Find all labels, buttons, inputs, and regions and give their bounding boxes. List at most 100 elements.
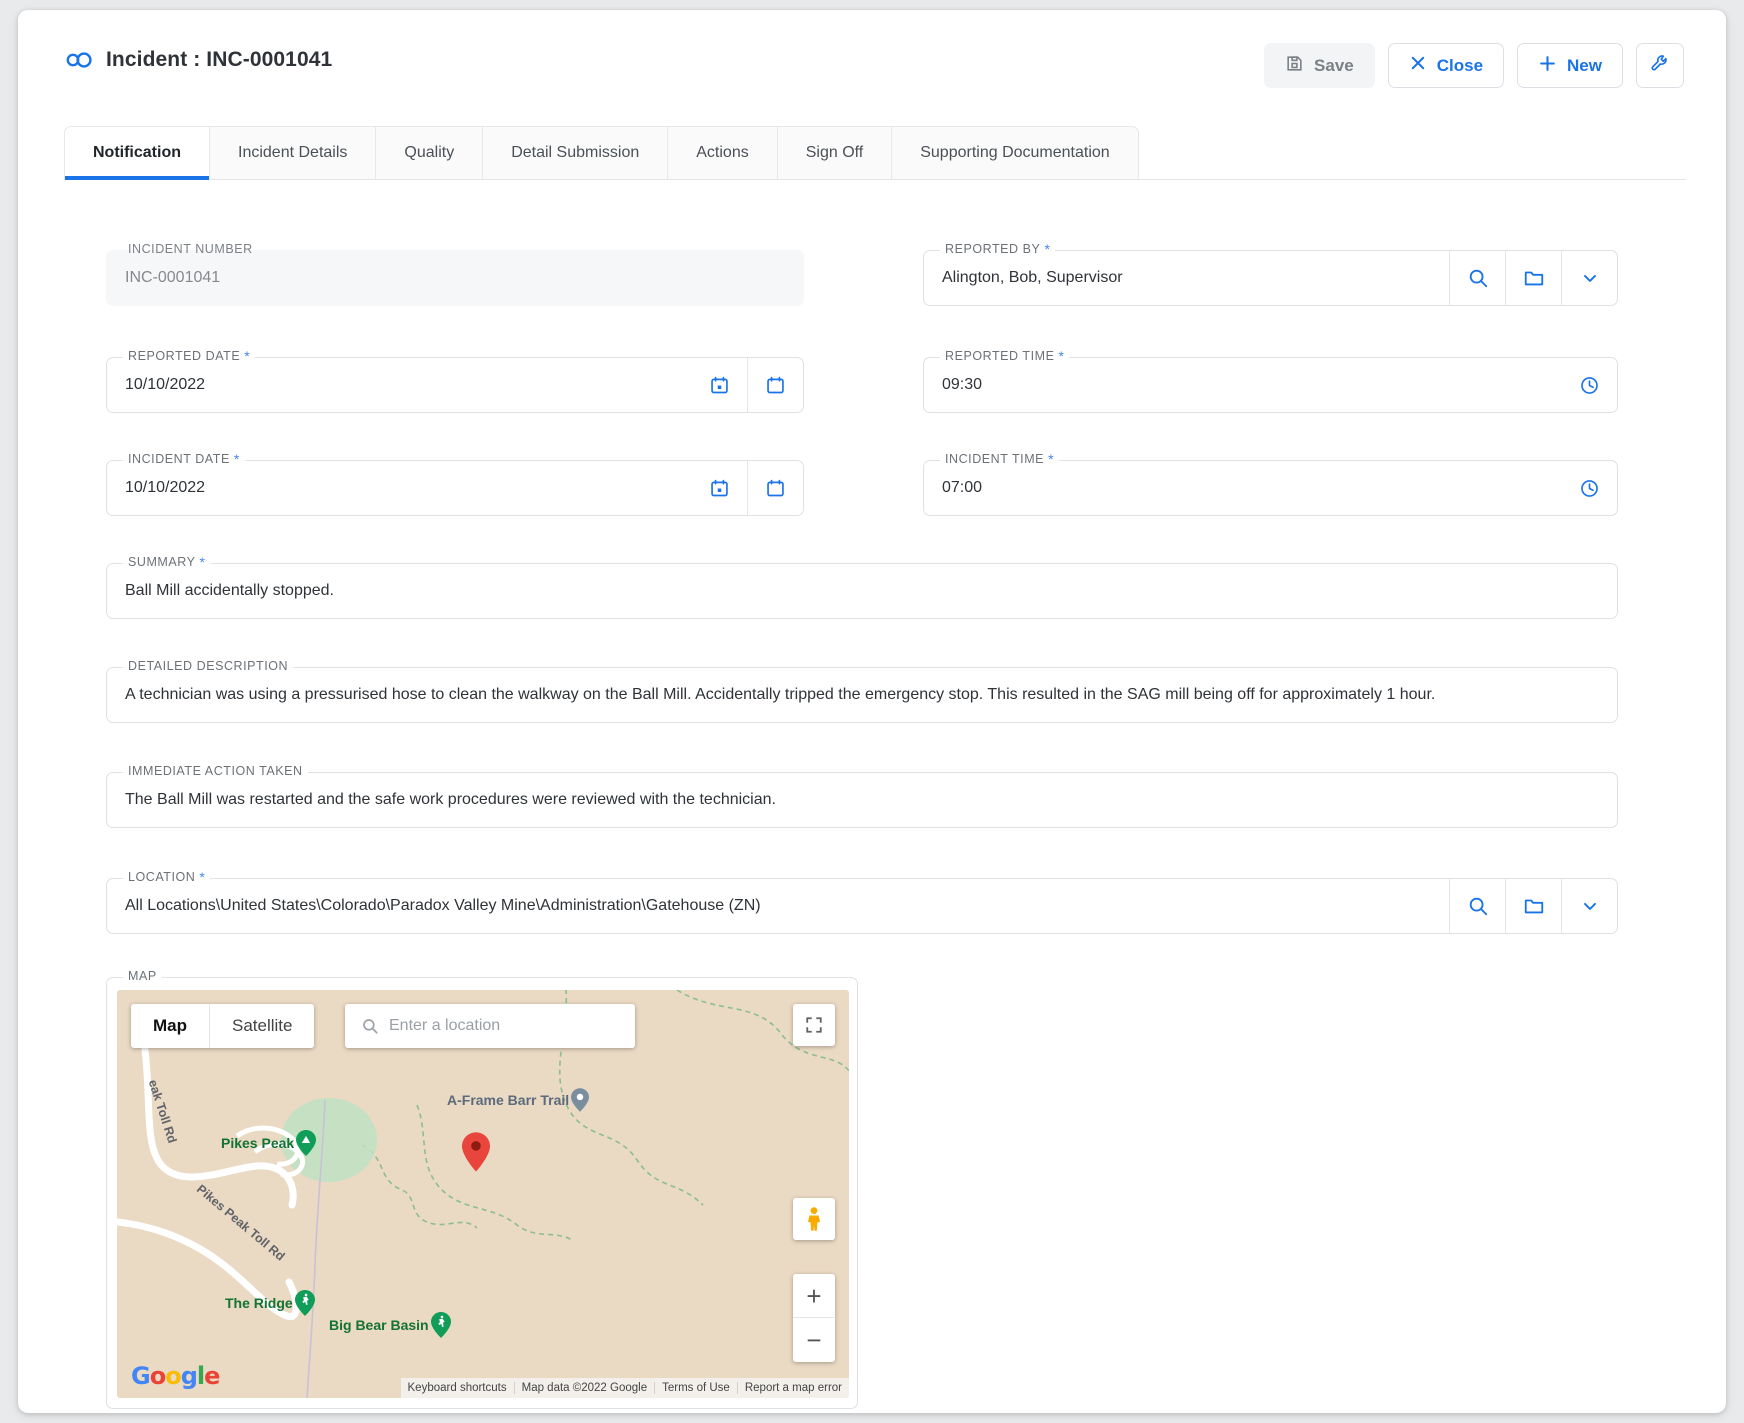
incident-location-pin[interactable] [462,1132,490,1177]
hiking-marker-icon [295,1290,315,1316]
immediate-action-field[interactable]: IMMEDIATE ACTION TAKEN The Ball Mill was… [106,772,1618,828]
page-title: Incident : INC-0001041 [66,48,332,72]
map-poi-label: A-Frame Barr Trail [447,1092,569,1108]
tab-label: Detail Submission [511,144,639,162]
reported-date-picker-button[interactable] [691,358,747,412]
required-marker: * [1048,452,1054,466]
tab-detail-submission[interactable]: Detail Submission [483,126,668,179]
tab-supporting-documentation[interactable]: Supporting Documentation [892,126,1138,179]
close-button[interactable]: Close [1388,43,1504,88]
reported-by-value: Alington, Bob, Supervisor [942,269,1123,287]
required-marker: * [199,870,205,884]
tab-quality[interactable]: Quality [376,126,483,179]
calendar-icon [765,375,786,396]
reported-by-dropdown-button[interactable] [1561,251,1617,305]
map-poi-pikes-peak[interactable]: Pikes Peak [221,1130,316,1156]
required-marker: * [1058,349,1064,363]
settings-button[interactable] [1636,43,1684,88]
folder-icon [1523,267,1545,289]
map-type-satellite-button[interactable]: Satellite [209,1004,314,1048]
map-report-error-link[interactable]: Report a map error [737,1382,849,1394]
pegman-icon [803,1206,825,1232]
map-poi-label: Big Bear Basin [329,1317,429,1333]
required-marker: * [200,555,206,569]
map-field: MAP eak Toll Rd Pikes Peak Toll Rd [106,977,858,1409]
reported-time-picker-button[interactable] [1561,358,1617,412]
reported-date-field[interactable]: REPORTED DATE* 10/10/2022 [106,357,804,413]
google-map[interactable]: eak Toll Rd Pikes Peak Toll Rd Pikes Pea… [117,990,849,1398]
map-zoom-out-button[interactable]: − [793,1318,835,1362]
map-zoom-in-button[interactable]: + [793,1274,835,1318]
incident-date-value: 10/10/2022 [125,479,205,497]
detailed-description-label: DETAILED DESCRIPTION [123,659,293,673]
location-field[interactable]: LOCATION* All Locations\United States\Co… [106,878,1618,934]
map-poi-big-bear-basin[interactable]: Big Bear Basin [329,1312,451,1338]
map-data-credit: Map data ©2022 Google [514,1382,654,1394]
google-logo: Google [131,1362,219,1390]
tab-sign-off[interactable]: Sign Off [778,126,893,179]
save-label: Save [1314,56,1354,76]
app-window: Incident : INC-0001041 Save [0,0,1744,1423]
incident-time-field[interactable]: INCIDENT TIME* 07:00 [923,460,1618,516]
immediate-action-label: IMMEDIATE ACTION TAKEN [123,764,308,778]
incident-time-label: INCIDENT TIME* [940,452,1059,466]
hiking-marker-icon [431,1312,451,1338]
reported-date-today-button[interactable] [747,358,803,412]
map-terms-link[interactable]: Terms of Use [654,1382,737,1394]
close-icon [1409,54,1427,77]
incident-date-field[interactable]: INCIDENT DATE* 10/10/2022 [106,460,804,516]
map-poi-a-frame-barr-trail[interactable]: A-Frame Barr Trail [447,1088,589,1112]
tab-label: Sign Off [806,144,864,162]
incident-number-value: INC-0001041 [125,269,220,287]
location-search-button[interactable] [1449,879,1505,933]
incident-time-value: 07:00 [942,479,982,497]
tab-label: Notification [93,144,181,162]
clock-icon [1579,375,1600,396]
calendar-event-icon [709,375,730,396]
map-fullscreen-button[interactable] [793,1004,835,1046]
detailed-description-field[interactable]: DETAILED DESCRIPTION A technician was us… [106,667,1618,723]
map-poi-the-ridge[interactable]: The Ridge [225,1290,315,1316]
mountain-marker-icon [296,1130,316,1156]
tab-incident-details[interactable]: Incident Details [210,126,376,179]
tab-actions[interactable]: Actions [668,126,777,179]
reported-time-field[interactable]: REPORTED TIME* 09:30 [923,357,1618,413]
reported-by-browse-button[interactable] [1505,251,1561,305]
save-icon [1285,54,1304,78]
reported-time-label: REPORTED TIME* [940,349,1069,363]
street-view-pegman-button[interactable] [793,1198,835,1240]
new-label: New [1567,56,1602,76]
map-zoom-control: + − [793,1274,835,1362]
tab-bar: Notification Incident Details Quality De… [64,126,1686,180]
location-browse-button[interactable] [1505,879,1561,933]
new-button[interactable]: New [1517,43,1623,88]
place-marker-icon [571,1088,589,1112]
incident-number-label: INCIDENT NUMBER [123,242,258,256]
map-poi-label: Pikes Peak [221,1135,294,1151]
incident-time-picker-button[interactable] [1561,461,1617,515]
map-keyboard-shortcuts-link[interactable]: Keyboard shortcuts [401,1382,514,1394]
location-label: LOCATION* [123,870,210,884]
incident-date-picker-button[interactable] [691,461,747,515]
location-dropdown-button[interactable] [1561,879,1617,933]
link-chain-icon [66,52,92,68]
map-terrain [117,990,849,1398]
summary-label: SUMMARY* [123,555,211,569]
reported-by-field[interactable]: REPORTED BY* Alington, Bob, Supervisor [923,250,1618,306]
tab-notification[interactable]: Notification [64,126,210,179]
map-label: MAP [123,969,162,983]
chevron-down-icon [1580,896,1600,916]
map-search-box[interactable]: Enter a location [345,1004,635,1048]
wrench-icon [1650,53,1671,79]
folder-icon [1523,895,1545,917]
map-type-map-button[interactable]: Map [131,1004,209,1048]
search-icon [1467,895,1489,917]
save-button[interactable]: Save [1264,43,1375,88]
tab-label: Actions [696,144,748,162]
clock-icon [1579,478,1600,499]
summary-field[interactable]: SUMMARY* Ball Mill accidentally stopped. [106,563,1618,619]
reported-by-label: REPORTED BY* [940,242,1055,256]
reported-by-search-button[interactable] [1449,251,1505,305]
incident-date-today-button[interactable] [747,461,803,515]
immediate-action-value: The Ball Mill was restarted and the safe… [125,791,776,809]
